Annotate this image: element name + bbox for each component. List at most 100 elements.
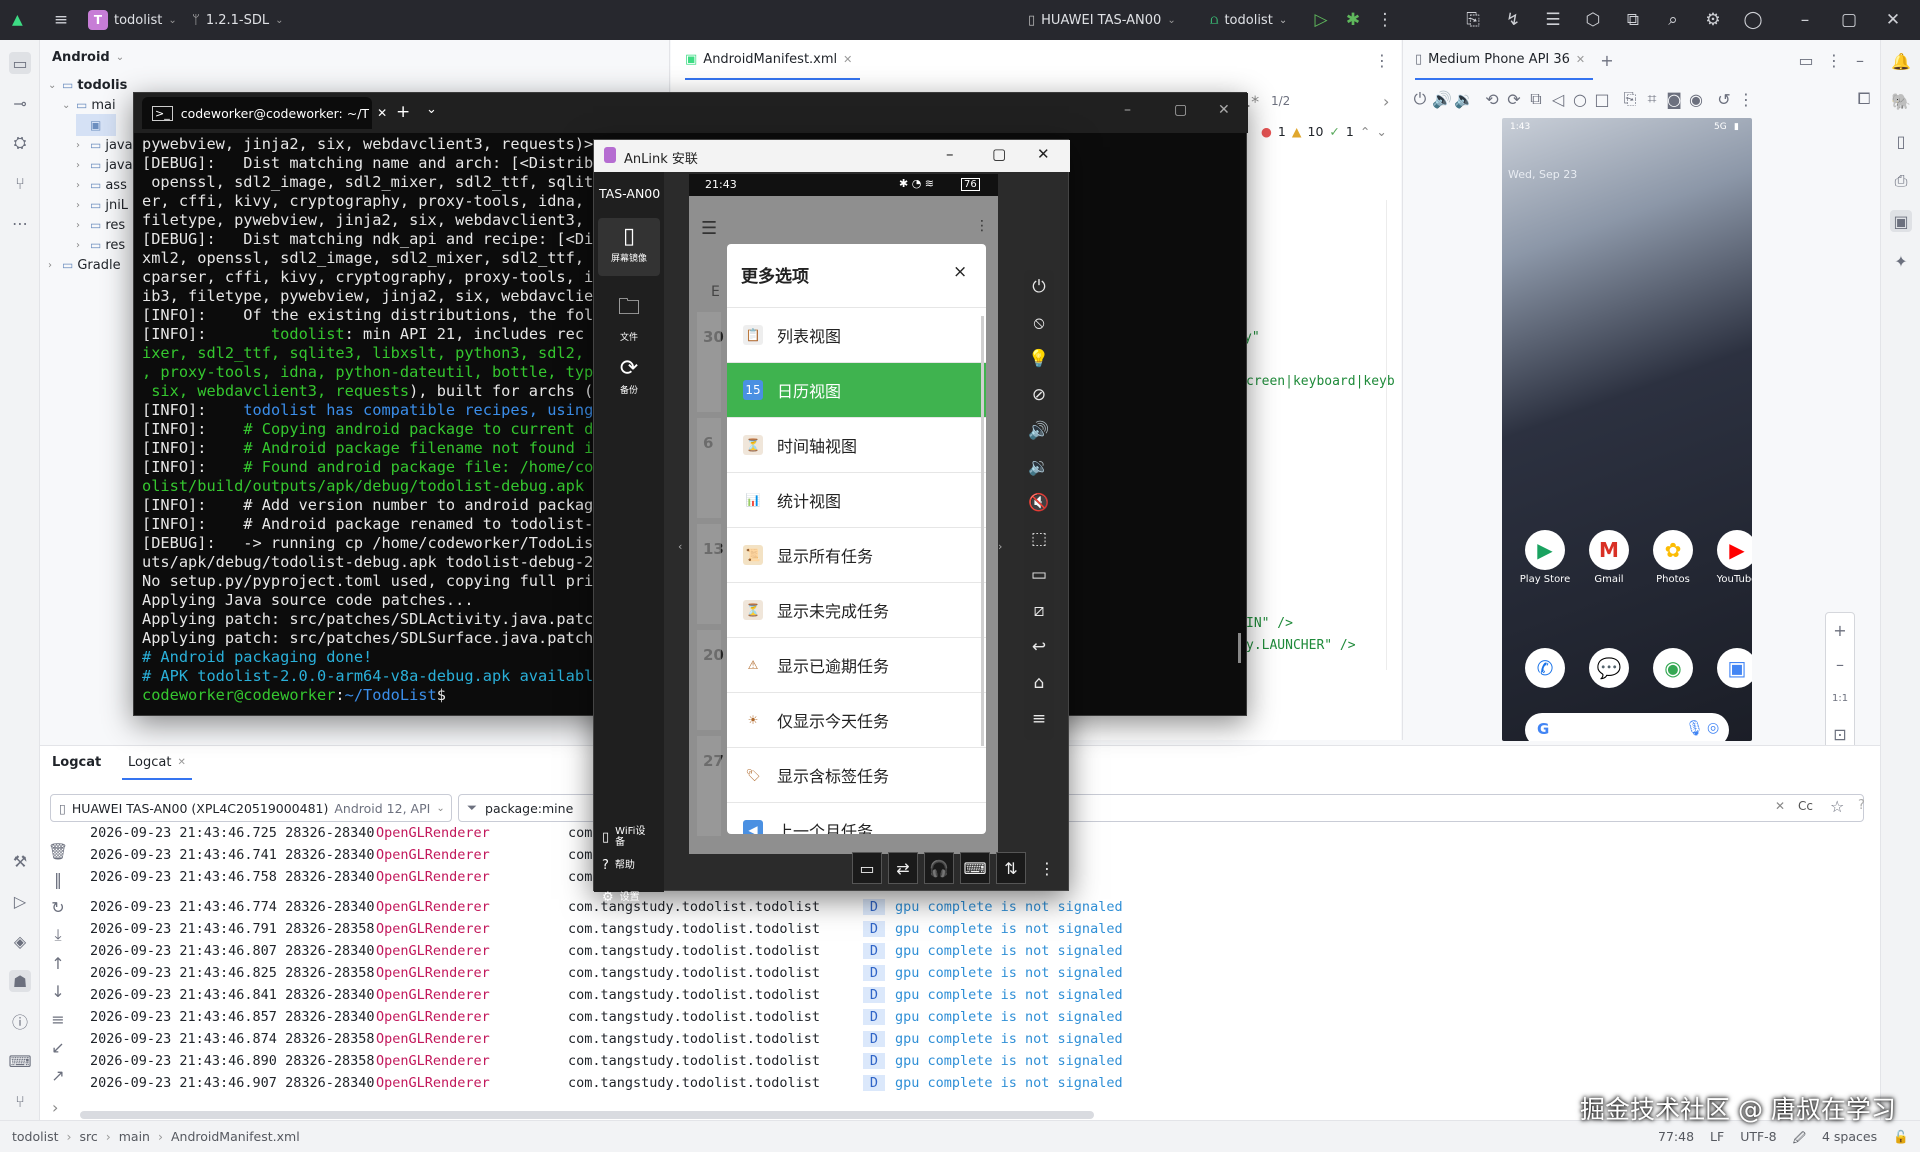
tab-android-manifest[interactable]: ▣ AndroidManifest.xml ✕ [685, 40, 861, 80]
lens-icon[interactable]: ◎ [1707, 720, 1719, 736]
anlink-side-item[interactable]: 🗀 文件 [598, 284, 660, 343]
anlink-side-bottom-item[interactable]: ? 帮助 [602, 858, 649, 873]
tree-row[interactable]: › ▭ java [76, 134, 133, 156]
chevron-right-icon[interactable]: › [76, 220, 86, 231]
power-icon[interactable]: ⏻ [1028, 276, 1050, 298]
menu-item[interactable]: 📋 列表视图 [727, 308, 986, 363]
app-icon[interactable]: ✿ Photos [1645, 530, 1701, 585]
fold-icon[interactable]: ⧉ [1525, 88, 1547, 110]
volume-up-icon[interactable]: 🔊 [1431, 88, 1453, 110]
run-config-selector[interactable]: ⩍ todolist ⌄ [1210, 0, 1287, 40]
chevron-right-icon[interactable]: ⌄ [62, 100, 72, 111]
lock-icon[interactable]: 🔓 [1893, 1129, 1909, 1150]
readonly-toggle-icon[interactable]: 🖉 [1793, 1129, 1806, 1150]
app-quality-icon[interactable]: ◈ [9, 930, 31, 952]
chevron-down-icon[interactable]: ⌄ [1376, 124, 1386, 139]
transfer-button[interactable]: ⇅ [996, 852, 1026, 884]
emulator-phone-screen[interactable]: 1:43 5G ▮ Wed, Sep 23 ▶ Play Store M Gmail ✿… [1502, 118, 1752, 741]
zoom-fit-icon[interactable]: ⊡ [1829, 723, 1851, 745]
close-icon[interactable]: ✕ [177, 757, 185, 768]
run-button[interactable]: ▷ [1308, 0, 1334, 40]
close-icon[interactable]: ✕ [377, 106, 387, 120]
region-screenshot-icon[interactable]: ⬚ [1028, 528, 1050, 550]
notifications-icon[interactable]: 🔔 [1890, 50, 1912, 72]
chevron-left-icon[interactable]: ‹ [678, 540, 682, 553]
restart-icon[interactable]: ↻ [47, 896, 69, 918]
app-menu-icon[interactable]: ☰ [701, 218, 717, 239]
new-tab-icon[interactable]: + [396, 102, 410, 122]
app-icon[interactable]: ▶ Play Store [1517, 530, 1573, 585]
breadcrumb-item[interactable]: AndroidManifest.xml [171, 1129, 300, 1144]
menu-item[interactable]: 📊 统计视图 [727, 473, 986, 528]
table-row[interactable]: 2026-09-23 21:43:46.874 28326-28358 OpenG… [90, 1028, 1123, 1050]
maximize-icon[interactable]: ▢ [1174, 102, 1187, 118]
close-icon[interactable]: ✕ [843, 53, 852, 66]
back-icon[interactable]: ↩ [1028, 636, 1050, 658]
chevron-right-icon[interactable]: › [52, 1098, 58, 1117]
resource-manager-icon[interactable]: ⛭ [9, 132, 31, 154]
table-row[interactable]: 2026-09-23 21:43:46.890 28326-28358 OpenG… [90, 1050, 1123, 1072]
extended-controls-icon[interactable]: ⧠ [1853, 88, 1875, 110]
volume-down-icon[interactable]: 🔉 [1028, 456, 1050, 478]
account-button[interactable]: ◯ [1740, 0, 1766, 40]
chevron-right-icon[interactable]: › [76, 180, 86, 191]
chevron-right-icon[interactable]: › [76, 140, 86, 151]
chevron-up-icon[interactable]: ⌃ [1360, 124, 1370, 139]
close-window-icon[interactable]: ✕ [1218, 102, 1230, 118]
table-row[interactable]: 2026-09-23 21:43:46.841 28326-28340 OpenG… [90, 984, 1123, 1006]
back-icon[interactable]: ◁ [1547, 88, 1569, 110]
reset-icon[interactable]: ↺ [1713, 88, 1735, 110]
menu-item[interactable]: 📜 显示所有任务 [727, 528, 986, 583]
zoom-out-icon[interactable]: – [1829, 653, 1851, 675]
table-row[interactable]: 2026-09-23 21:43:46.791 28326-28358 OpenG… [90, 918, 1123, 940]
more-vertical-icon[interactable]: ⋮ [1823, 49, 1845, 71]
chevron-right-icon[interactable]: › [1383, 92, 1389, 111]
close-icon[interactable]: ✕ [1576, 53, 1585, 66]
close-window-button[interactable]: ✕ [1880, 0, 1906, 40]
chevron-right-icon[interactable]: › [76, 200, 86, 211]
dialog-close-button[interactable]: × [953, 262, 967, 282]
more-vertical-icon[interactable]: ⋮ [1735, 88, 1757, 110]
power-icon[interactable]: ⏻ [1409, 88, 1431, 110]
tree-row[interactable]: › ▭ res [76, 214, 125, 236]
menu-item[interactable]: ☀ 仅显示今天任务 [727, 693, 986, 748]
record-video-icon[interactable]: ▭ [1028, 564, 1050, 586]
rotate-left-icon[interactable]: ⟲ [1481, 88, 1503, 110]
tree-row[interactable]: › ▭ res [76, 234, 125, 256]
google-search-bar[interactable]: G 🎙 ◎ [1525, 713, 1729, 741]
home-icon[interactable]: ○ [1569, 88, 1591, 110]
maximize-window-button[interactable]: ▢ [1836, 0, 1862, 40]
chevron-right-icon[interactable]: › [76, 240, 86, 251]
anlink-side-bottom-item[interactable]: ⚙ 设置 [602, 890, 654, 905]
table-row[interactable]: 2026-09-23 21:43:46.825 28326-28358 OpenG… [90, 962, 1123, 984]
rotate-icon[interactable]: ⦸ [1028, 312, 1050, 334]
more-vertical-icon[interactable]: ⋮ [975, 218, 989, 234]
anlink-side-item[interactable]: ▯ 屏幕镜像 [598, 218, 660, 276]
logcat-horizontal-scrollbar[interactable] [80, 1111, 1094, 1119]
project-view-icon[interactable]: ▭ [9, 52, 31, 74]
screenshot-icon[interactable]: ⌗ [1641, 88, 1663, 110]
version-control-icon[interactable]: ⑂ [9, 1090, 31, 1112]
problems-icon[interactable]: ⓘ [9, 1010, 31, 1032]
menu-scrollbar[interactable] [981, 316, 984, 746]
pause-icon[interactable]: ‖ [47, 868, 69, 890]
soft-wrap-icon[interactable]: ≡ [47, 1008, 69, 1030]
app-icon[interactable]: ▶ YouTube [1709, 530, 1752, 585]
clear-filter-icon[interactable]: ✕ [1775, 799, 1785, 813]
caret-position[interactable]: 77:48 [1658, 1129, 1694, 1150]
project-selector[interactable]: T todolist ⌄ [88, 0, 177, 40]
more-tools-icon[interactable]: ⋯ [9, 212, 31, 234]
debug-button[interactable]: ✱ [1340, 0, 1366, 40]
snapshot-icon[interactable]: ⎘ [1619, 88, 1641, 110]
minimize-window-button[interactable]: – [1792, 0, 1818, 40]
tree-row[interactable]: › ▭ Gradle [48, 254, 121, 276]
branch-selector[interactable]: ᛘ 1.2.1-SDL ⌄ [192, 0, 283, 40]
maximize-icon[interactable]: ▢ [992, 145, 1006, 163]
menu-item[interactable]: ◀ 上一个月任务 [727, 803, 986, 834]
favorite-star-icon[interactable]: ☆ [1830, 797, 1844, 816]
app-icon[interactable]: 💬 [1581, 648, 1637, 692]
help-icon[interactable]: ? [1858, 798, 1865, 813]
chevron-down-icon[interactable]: ⌄ [426, 102, 437, 117]
breadcrumb-item[interactable]: main [119, 1129, 150, 1144]
more-button[interactable]: ⋮ [1032, 852, 1062, 884]
